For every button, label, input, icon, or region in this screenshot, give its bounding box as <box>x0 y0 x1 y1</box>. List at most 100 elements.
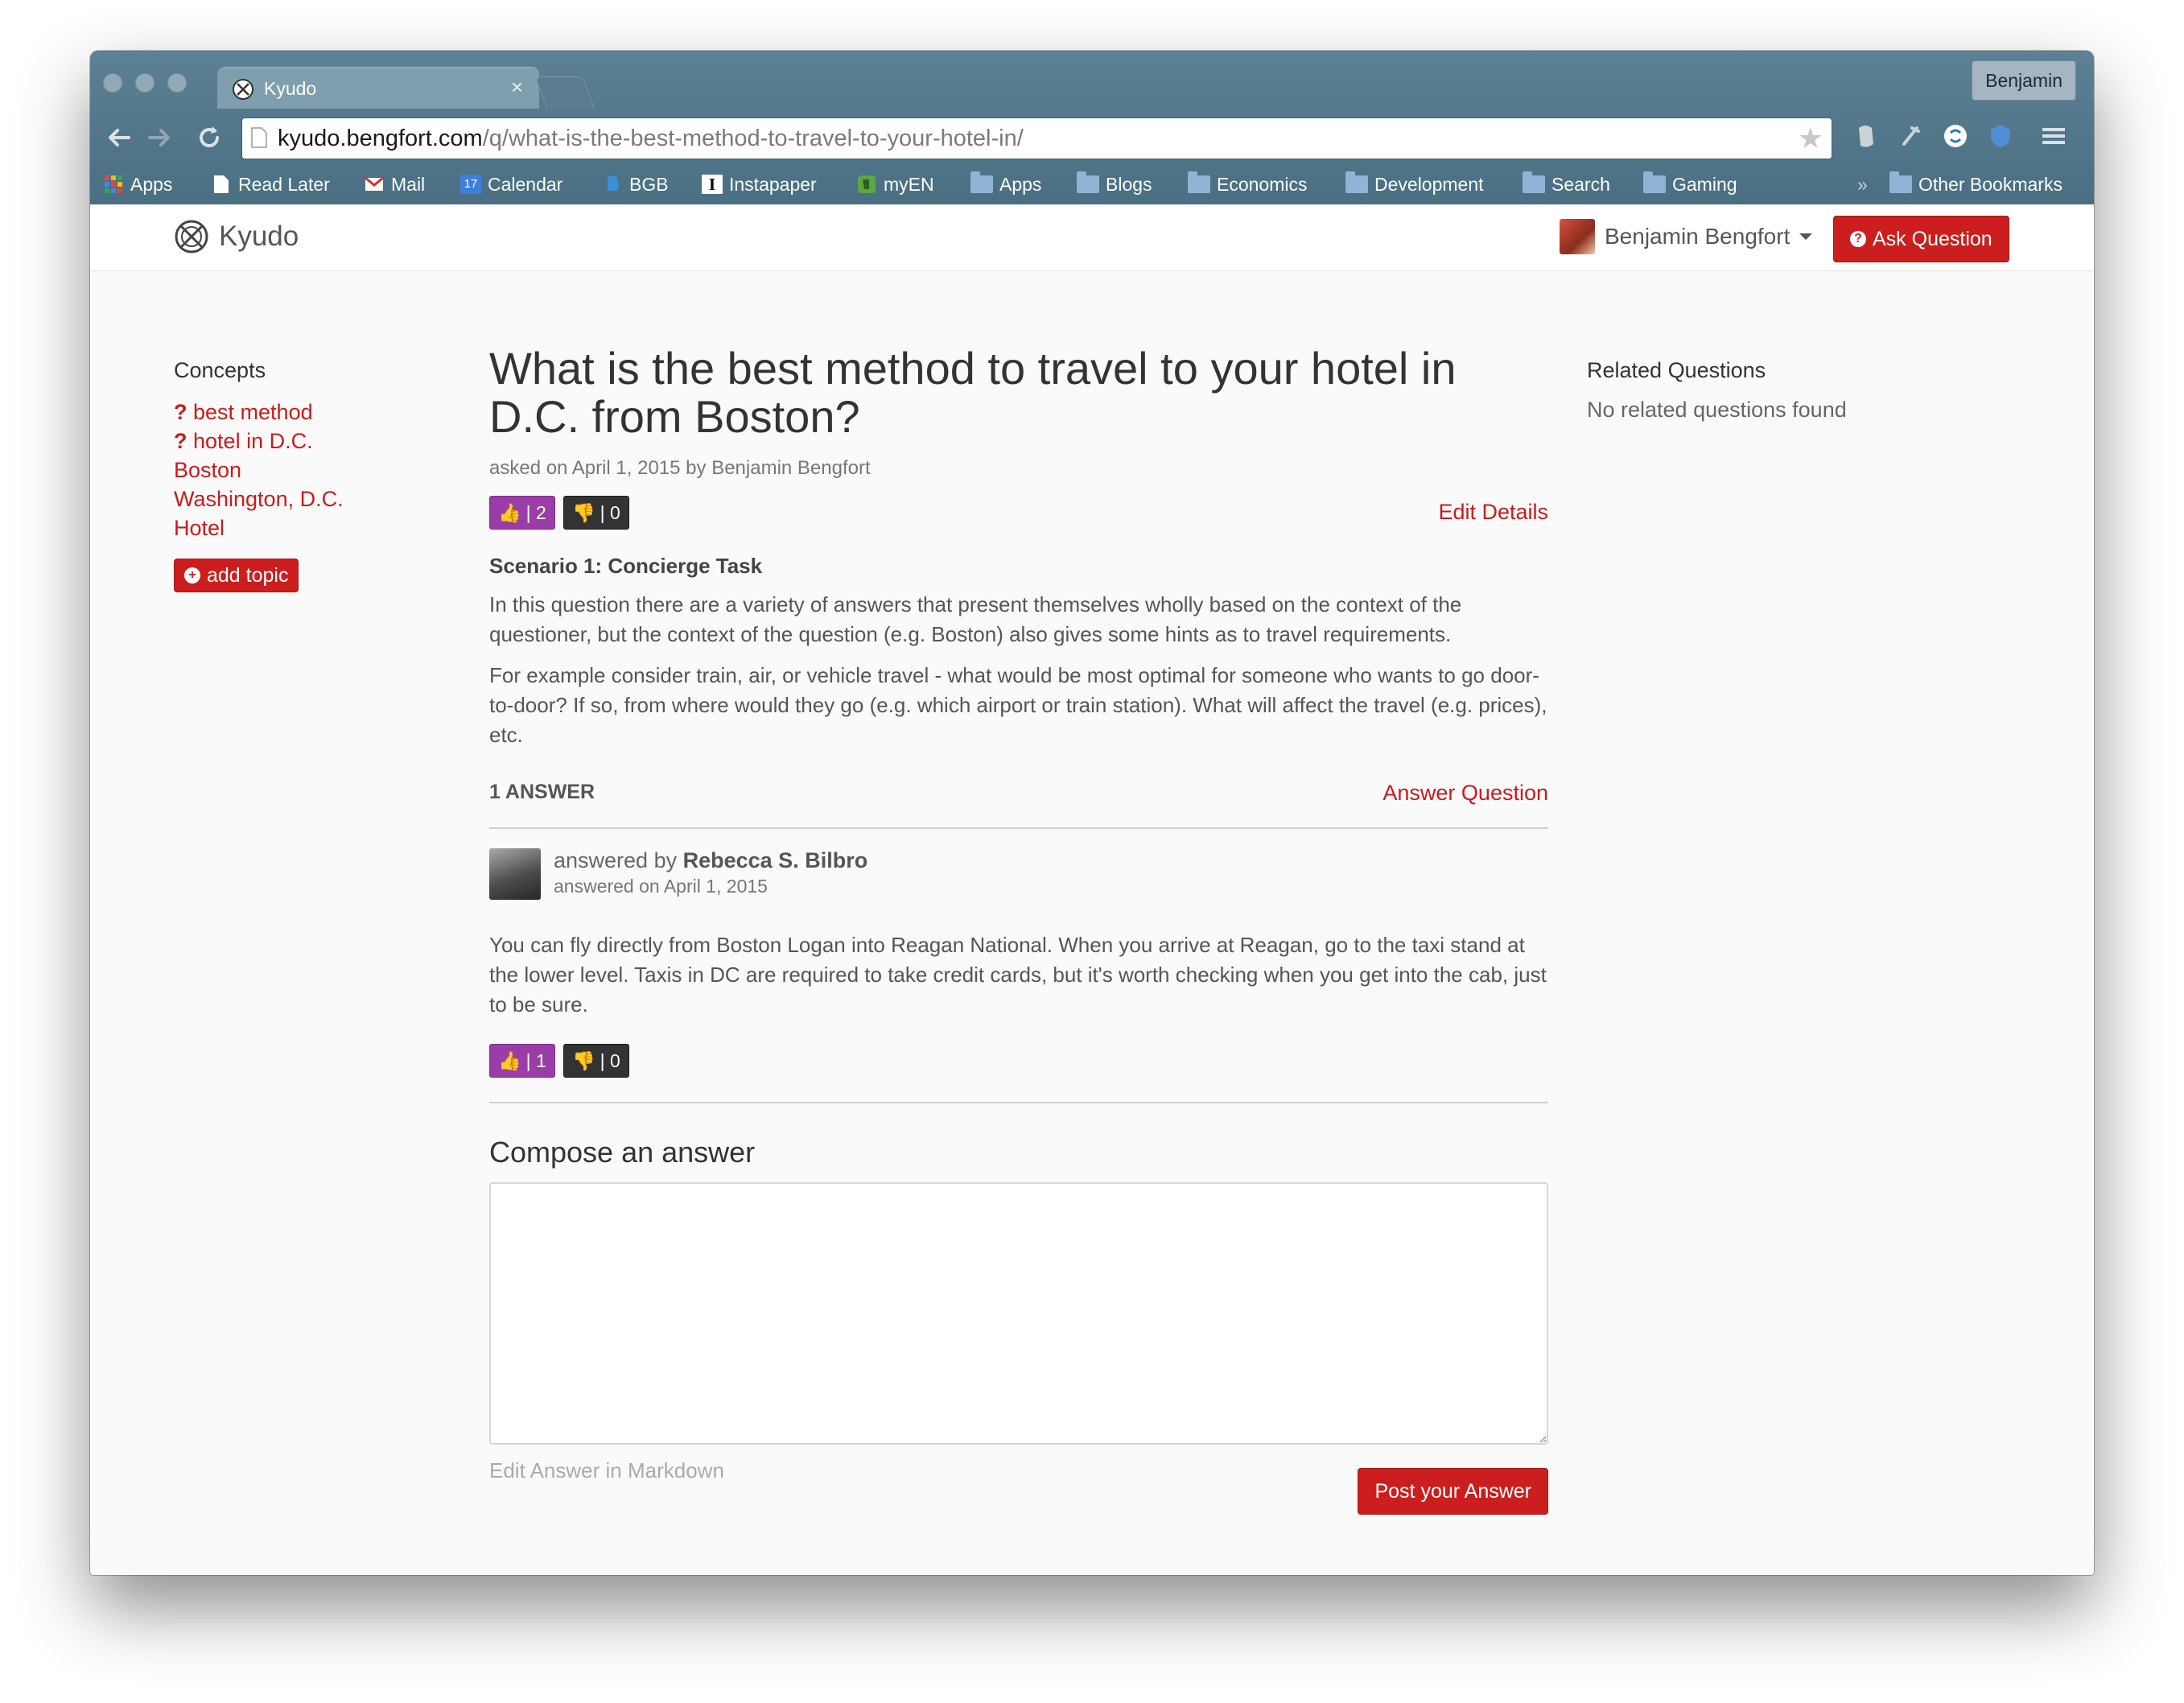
add-topic-button[interactable]: + add topic <box>174 559 299 592</box>
chevron-down-icon <box>1799 233 1813 240</box>
answer-author: answered by Rebecca S. Bilbro answered o… <box>489 848 1548 901</box>
answer-count: 1 ANSWER <box>489 781 595 803</box>
bookmark-mail[interactable]: Mail <box>364 171 425 198</box>
downvote-button[interactable]: 👎 | 0 <box>563 496 629 530</box>
concept-link[interactable]: Hotel <box>174 513 439 542</box>
edit-details-link[interactable]: Edit Details <box>1438 496 1548 528</box>
bookmark-folder-development[interactable]: Development <box>1345 171 1484 198</box>
url-text[interactable]: kyudo.bengfort.com/q/what-is-the-best-me… <box>278 126 1024 152</box>
avatar <box>489 848 541 900</box>
bookmark-folder-apps[interactable]: Apps <box>970 171 1041 198</box>
folder-icon <box>1643 171 1666 193</box>
bookmark-myen[interactable]: myEN <box>856 171 934 198</box>
profile-button[interactable]: Benjamin <box>1972 60 2076 101</box>
bookmark-read-later[interactable]: Read Later <box>211 171 330 198</box>
zoom-window-button[interactable] <box>167 73 187 93</box>
bookmark-bgb[interactable]: BGB <box>602 171 669 198</box>
brand-name: Kyudo <box>219 221 299 252</box>
thumbs-up-icon: 👍 <box>498 501 521 523</box>
concepts-sidebar: Concepts ? best method ? hotel in D.C. B… <box>174 358 439 592</box>
question-title: What is the best method to travel to you… <box>489 343 1457 442</box>
question-vote-row: 👍 | 2 👎 | 0 Edit Details <box>489 496 1548 530</box>
thumbs-down-icon: 👎 <box>572 501 595 523</box>
user-avatar <box>1560 219 1595 254</box>
skype-extension-icon[interactable] <box>1939 120 1972 152</box>
thumbs-up-icon: 👍 <box>498 1049 521 1071</box>
close-window-button[interactable] <box>103 73 122 93</box>
question-circle-icon: ? <box>1850 231 1866 247</box>
markdown-hint: Edit Answer in Markdown <box>489 1458 724 1482</box>
browser-window: Kyudo × Benjamin kyudo.bengfort.com/q/wh… <box>90 51 2094 1575</box>
folder-icon <box>970 171 993 193</box>
brand-link[interactable]: Kyudo <box>174 219 299 254</box>
answer-author-name[interactable]: Rebecca S. Bilbro <box>683 848 868 872</box>
new-tab-button[interactable] <box>534 76 595 109</box>
upvote-button[interactable]: 👍 | 2 <box>489 496 555 530</box>
downvote-button[interactable]: 👎 | 0 <box>563 1044 629 1078</box>
address-bar[interactable]: kyudo.bengfort.com/q/what-is-the-best-me… <box>241 118 1832 159</box>
question-subtitle: Scenario 1: Concierge Task <box>489 554 763 578</box>
kyudo-favicon-icon <box>233 79 253 100</box>
evernote-icon <box>858 175 876 193</box>
forward-arrow-icon[interactable] <box>143 122 175 154</box>
browser-tab[interactable]: Kyudo × <box>217 67 539 109</box>
calendar-icon: 17 <box>460 175 481 194</box>
bookmark-calendar[interactable]: 17 Calendar <box>460 171 562 198</box>
bookmark-folder-economics[interactable]: Economics <box>1188 171 1307 198</box>
bookmarks-overflow-button[interactable]: » <box>1857 171 1868 198</box>
pen-extension-icon[interactable] <box>1894 120 1926 152</box>
apps-grid-icon <box>105 175 122 193</box>
page-icon <box>251 127 267 148</box>
user-menu-dropdown[interactable]: Benjamin Bengfort <box>1560 219 1813 254</box>
answer-vote-row: 👍 | 1 👎 | 0 <box>489 1044 1548 1078</box>
concept-link[interactable]: Boston <box>174 456 439 485</box>
question-mark-icon: ? <box>174 429 187 453</box>
kyudo-logo-icon <box>175 220 208 254</box>
gmail-icon <box>365 176 384 191</box>
page-icon <box>214 175 229 193</box>
related-empty-message: No related questions found <box>1587 398 1847 422</box>
folder-icon <box>1523 171 1545 193</box>
compose-footer: Edit Answer in Markdown Post your Answer <box>489 1458 1548 1515</box>
menu-hamburger-icon[interactable] <box>2038 120 2070 152</box>
answer-question-link[interactable]: Answer Question <box>1383 781 1548 806</box>
concept-link[interactable]: Washington, D.C. <box>174 485 439 513</box>
bookmark-folder-blogs[interactable]: Blogs <box>1077 171 1152 198</box>
tab-title: Kyudo <box>264 78 317 99</box>
close-tab-icon[interactable]: × <box>511 75 523 100</box>
evernote-extension-icon[interactable] <box>1849 120 1881 152</box>
thumbs-down-icon: 👎 <box>572 1049 595 1071</box>
answer-date: answered on April 1, 2015 <box>554 876 768 897</box>
user-name: Benjamin Bengfort <box>1605 224 1790 249</box>
related-title: Related Questions <box>1587 358 1766 382</box>
ask-question-button[interactable]: ? Ask Question <box>1833 216 2009 262</box>
post-answer-button[interactable]: Post your Answer <box>1358 1468 1548 1515</box>
folder-icon <box>1889 171 1912 193</box>
bookmark-apps[interactable]: Apps <box>103 171 172 198</box>
question-mark-icon: ? <box>174 400 187 424</box>
bookmark-other-bookmarks[interactable]: Other Bookmarks <box>1889 171 2062 198</box>
browser-chrome: Kyudo × Benjamin kyudo.bengfort.com/q/wh… <box>90 51 2094 204</box>
folder-icon <box>1188 171 1210 193</box>
concept-link[interactable]: ? hotel in D.C. <box>174 427 439 456</box>
minimize-window-button[interactable] <box>135 73 155 93</box>
divider <box>489 1102 1548 1103</box>
shield-extension-icon[interactable] <box>1984 120 2017 152</box>
site-navbar: Kyudo Benjamin Bengfort ? Ask Question <box>90 204 2094 271</box>
bookmark-instapaper[interactable]: I Instapaper <box>702 171 817 198</box>
upvote-button[interactable]: 👍 | 1 <box>489 1044 555 1078</box>
instapaper-icon: I <box>702 175 723 194</box>
answer-author-line: answered by Rebecca S. Bilbro <box>554 848 868 872</box>
compose-title: Compose an answer <box>489 1136 756 1169</box>
concept-link[interactable]: ? best method <box>174 398 439 427</box>
bookmark-star-icon[interactable]: ★ <box>1798 122 1823 155</box>
answer-textarea[interactable] <box>489 1182 1548 1445</box>
back-arrow-icon[interactable] <box>103 122 135 154</box>
bookmark-folder-search[interactable]: Search <box>1523 171 1610 198</box>
plus-circle-icon: + <box>184 567 200 583</box>
question-meta: asked on April 1, 2015 by Benjamin Bengf… <box>489 457 871 479</box>
question-paragraph: For example consider train, air, or vehi… <box>489 663 1547 747</box>
question-paragraph: In this question there are a variety of … <box>489 592 1462 646</box>
bookmark-folder-gaming[interactable]: Gaming <box>1643 171 1737 198</box>
reload-icon[interactable] <box>193 122 225 154</box>
